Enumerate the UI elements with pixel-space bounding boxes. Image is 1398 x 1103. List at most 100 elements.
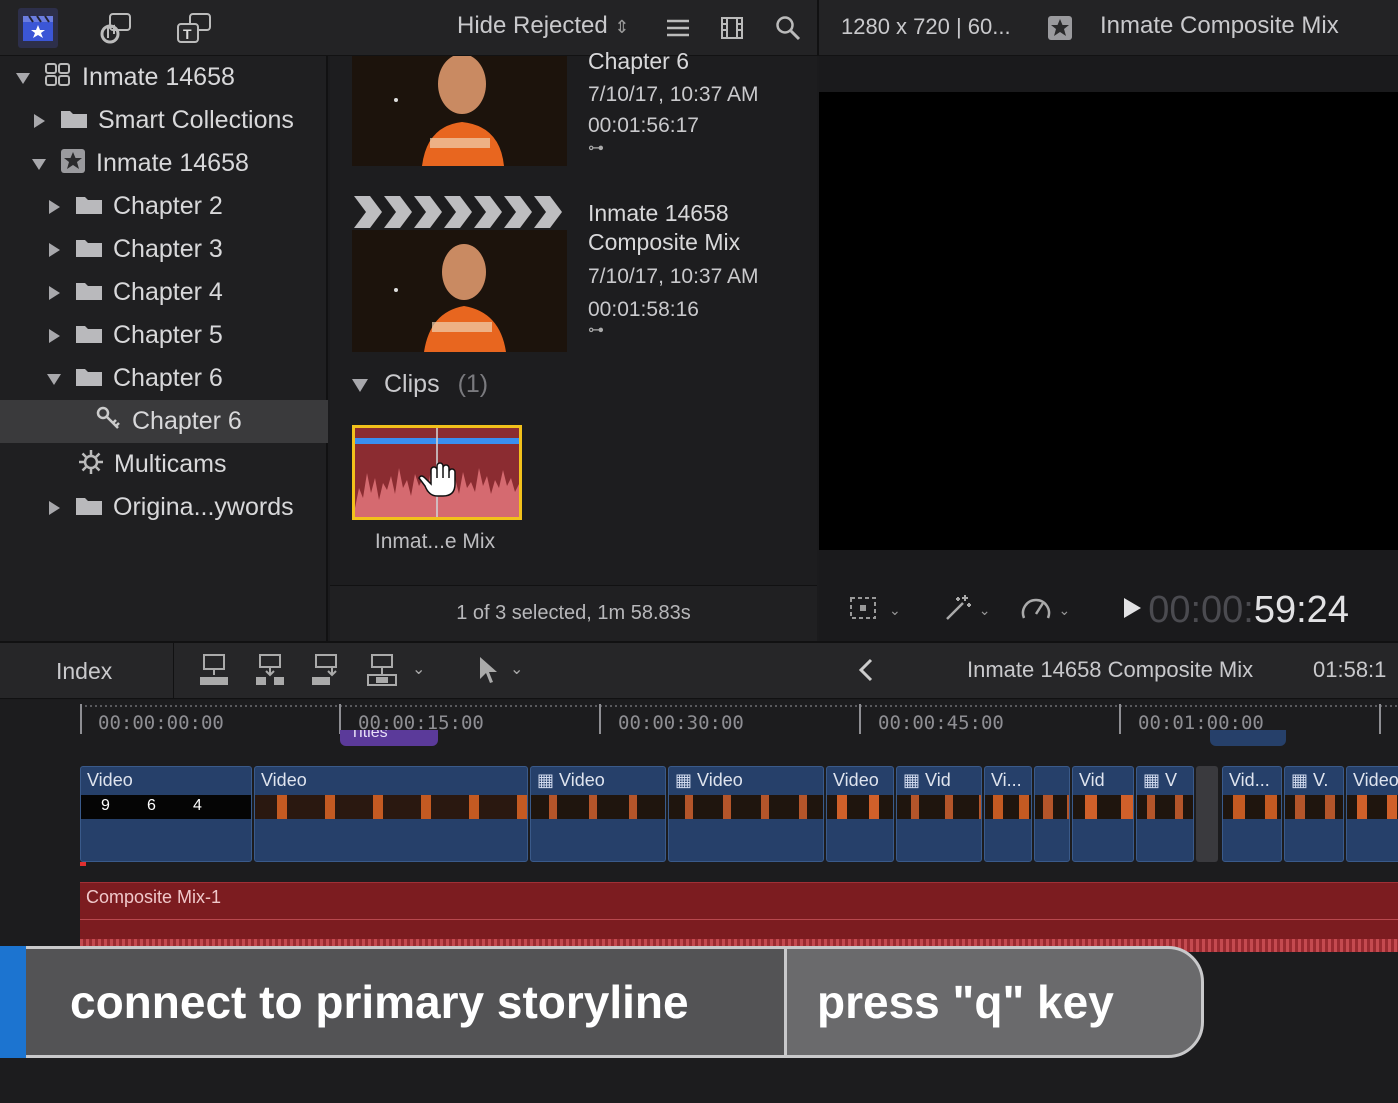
disclosure-open-icon[interactable]: [32, 157, 46, 171]
browser-thumbnail[interactable]: [352, 56, 567, 166]
disclosure-closed-icon[interactable]: [47, 242, 61, 257]
sidebar-item-keyword-chapter-6[interactable]: Chapter 6: [0, 400, 328, 443]
clips-section-header[interactable]: Clips (1): [352, 370, 488, 399]
sidebar-item-multicams[interactable]: Multicams: [0, 443, 328, 486]
clip-label: Vid...: [1229, 770, 1270, 790]
timeline-clip[interactable]: ▦ Video: [530, 766, 666, 862]
timeline-clip[interactable]: Vid: [1072, 766, 1134, 862]
svg-text:T: T: [183, 26, 192, 42]
clip-label-text: Video: [559, 770, 605, 790]
browser-item-date: 7/10/17, 10:37 AM: [588, 264, 759, 288]
filter-popup[interactable]: Hide Rejected ⇕: [457, 12, 630, 40]
disclosure-closed-icon[interactable]: [47, 500, 61, 515]
sidebar-item-library[interactable]: Inmate 14658: [0, 56, 328, 99]
timeline-clip[interactable]: Vid...: [1222, 766, 1282, 862]
chevron-down-icon[interactable]: ⌄: [510, 659, 523, 679]
event-star-icon: [60, 148, 86, 179]
append-clip-icon[interactable]: [310, 653, 342, 692]
timeline-clip[interactable]: ▦ V: [1136, 766, 1194, 862]
insert-clip-icon[interactable]: [254, 653, 286, 692]
timeline-clip[interactable]: ▦ Vid: [896, 766, 982, 862]
search-icon[interactable]: [768, 8, 808, 48]
sidebar-item-chapter-6[interactable]: Chapter 6: [0, 357, 328, 400]
star-icon: [1040, 8, 1080, 48]
photos-audio-icon[interactable]: [96, 8, 136, 48]
disclosure-closed-icon[interactable]: [47, 328, 61, 343]
sidebar-item-chapter-4[interactable]: Chapter 4: [0, 271, 328, 314]
arrow-tool-icon[interactable]: [478, 655, 500, 690]
gap-clip[interactable]: [1196, 766, 1218, 862]
sidebar-item-chapter-5[interactable]: Chapter 5: [0, 314, 328, 357]
disclosure-open-icon[interactable]: [352, 370, 368, 399]
sidebar-item-chapter-3[interactable]: Chapter 3: [0, 228, 328, 271]
disclosure-closed-icon[interactable]: [47, 199, 61, 214]
clip-label: ▦ V.: [1291, 770, 1328, 791]
browser-item-title: Chapter 6: [588, 48, 690, 74]
disclosure-closed-icon[interactable]: [32, 113, 46, 128]
back-arrow-icon[interactable]: [858, 657, 874, 688]
chevron-down-icon[interactable]: ⌄: [412, 659, 425, 679]
browser-item-duration: 00:01:58:16: [588, 297, 699, 321]
connect-clip-icon[interactable]: [198, 653, 230, 692]
timeline-ruler[interactable]: 00:00:00:00 00:00:15:00 00:00:30:00 00:0…: [80, 700, 1398, 740]
clip-label: Video: [87, 770, 133, 790]
sidebar-item-chapter-2[interactable]: Chapter 2: [0, 185, 328, 228]
timeline-clip[interactable]: Video 9 6 4: [80, 766, 252, 862]
chevron-down-icon[interactable]: ⌄: [1058, 602, 1070, 619]
filmstrip: [897, 795, 981, 819]
clip-thumbnail-selected[interactable]: [352, 425, 522, 520]
index-button[interactable]: Index: [0, 643, 174, 699]
caption-accent: [0, 946, 26, 1058]
timeline-clip[interactable]: ▦ Video: [668, 766, 824, 862]
sidebar-item-label: Inmate 14658: [96, 149, 249, 177]
sidebar-item-label: Chapter 6: [132, 407, 242, 435]
folder-icon: [75, 236, 103, 263]
sidebar-item-smart-collections[interactable]: Smart Collections: [0, 99, 328, 142]
audio-clip-composite-mix[interactable]: Composite Mix-1: [80, 882, 1398, 952]
caption-action-text: connect to primary storyline: [26, 946, 784, 1058]
timeline-clip[interactable]: Video: [826, 766, 894, 862]
countdown-number: 6: [147, 797, 156, 814]
multicam-icon: ▦: [1143, 770, 1166, 790]
audio-level-line[interactable]: [80, 919, 1398, 920]
library-icon: [44, 62, 72, 93]
filmstrip-icon[interactable]: [712, 8, 752, 48]
magic-wand-icon[interactable]: [943, 593, 973, 628]
sidebar-item-original-keywords[interactable]: Origina...ywords: [0, 486, 328, 529]
timeline-clip[interactable]: Video: [1346, 766, 1398, 862]
clip-label: Video: [833, 770, 879, 790]
clip-label-text: Vid: [925, 770, 951, 790]
disclosure-closed-icon[interactable]: [47, 285, 61, 300]
browser-thumbnail-compound[interactable]: [352, 194, 567, 352]
viewer-pane: ⌄ ⌄ ⌄ 00:00:59:24: [819, 56, 1398, 641]
titles-connected-clip[interactable]: Titles: [340, 730, 438, 746]
retime-speed-icon[interactable]: [1020, 594, 1052, 627]
disclosure-open-icon[interactable]: [16, 71, 30, 85]
timeline-duration: 01:58:1: [1313, 657, 1387, 682]
multicam-icon: ▦: [903, 770, 926, 790]
titles-generators-icon[interactable]: T: [174, 8, 214, 48]
libraries-sidebar: Inmate 14658 Smart Collections Inmate 14…: [0, 56, 328, 641]
play-icon[interactable]: [1122, 597, 1142, 624]
timeline-clip[interactable]: ▦ V.: [1284, 766, 1344, 862]
connected-clip-stub[interactable]: [1210, 730, 1286, 746]
chevron-down-icon[interactable]: ⌄: [889, 602, 901, 619]
keyword-icon: [96, 406, 122, 437]
overwrite-clip-icon[interactable]: [366, 653, 398, 692]
browser-item-meta: Inmate 14658 Composite Mix 7/10/17, 10:3…: [588, 199, 758, 338]
timeline-clip[interactable]: Video: [254, 766, 528, 862]
browser-item-date: 7/10/17, 10:37 AM: [588, 82, 759, 106]
sidebar-item-label: Inmate 14658: [82, 63, 235, 91]
timeline-clip[interactable]: [1034, 766, 1070, 862]
sidebar-item-event[interactable]: Inmate 14658: [0, 142, 328, 185]
libraries-icon[interactable]: [18, 8, 58, 48]
list-view-icon[interactable]: [658, 8, 698, 48]
chevron-down-icon[interactable]: ⌄: [979, 602, 991, 619]
viewer-screen[interactable]: [819, 92, 1398, 550]
crop-transform-icon[interactable]: [849, 595, 879, 626]
clip-label: ▦ Video: [675, 770, 743, 791]
keyboard-tip-caption: connect to primary storyline press "q" k…: [0, 946, 1204, 1058]
timeline-clip[interactable]: Vi...: [984, 766, 1032, 862]
folder-icon: [75, 279, 103, 306]
disclosure-open-icon[interactable]: [47, 372, 61, 386]
